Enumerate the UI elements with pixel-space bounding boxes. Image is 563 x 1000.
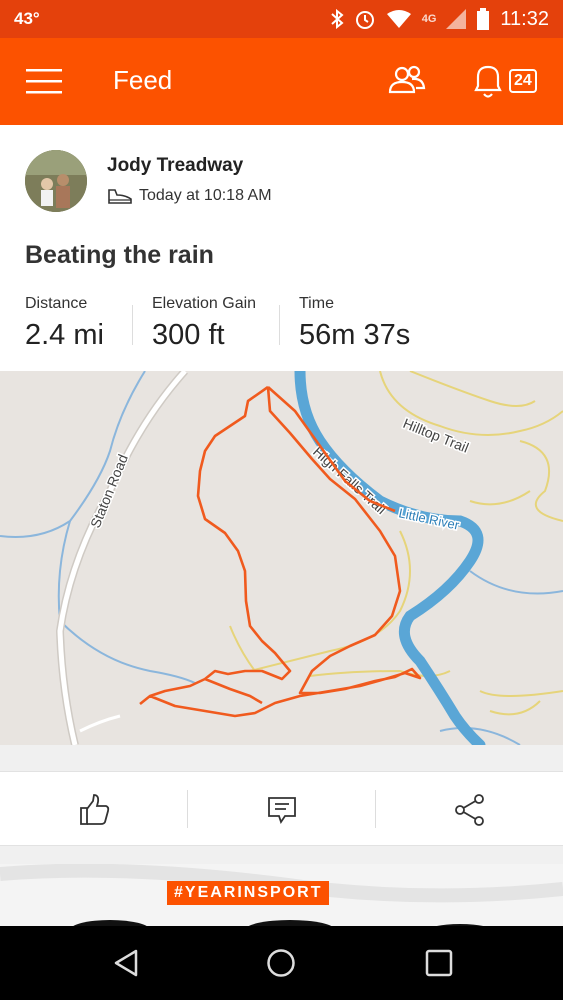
wifi-icon xyxy=(386,10,411,28)
comment-icon xyxy=(267,796,296,824)
alarm-icon xyxy=(355,11,374,29)
activity-actions xyxy=(0,771,563,846)
stat-divider xyxy=(132,305,133,345)
shoe-icon xyxy=(108,189,132,204)
stat-elevation: Elevation Gain 300 ft xyxy=(152,295,256,352)
clock: 11:32 xyxy=(500,7,549,30)
notification-badge[interactable]: 24 xyxy=(509,69,537,93)
stat-label: Time xyxy=(299,295,334,312)
activity-date: Today at 10:18 AM xyxy=(139,187,272,204)
stat-label: Elevation Gain xyxy=(152,295,257,312)
network-type: 4G xyxy=(421,13,437,25)
activity-title[interactable]: Beating the rain xyxy=(25,241,214,270)
share-icon xyxy=(454,793,484,826)
temperature: 43° xyxy=(14,9,40,28)
home-icon[interactable] xyxy=(266,948,296,978)
like-icon xyxy=(79,793,109,825)
bell-icon[interactable] xyxy=(472,62,504,100)
activity-meta: Today at 10:18 AM xyxy=(107,187,272,205)
comment-button[interactable] xyxy=(188,772,375,847)
stat-time: Time 56m 37s xyxy=(299,295,410,352)
bluetooth-icon xyxy=(331,9,344,29)
menu-icon[interactable] xyxy=(26,68,62,94)
year-in-sport-card[interactable]: #YEARINSPORT xyxy=(0,864,563,926)
system-nav-bar xyxy=(0,926,563,1000)
stat-distance: Distance 2.4 mi xyxy=(25,295,104,352)
activity-card[interactable]: Jody Treadway Today at 10:18 AM Beating … xyxy=(0,125,563,371)
stat-divider xyxy=(279,305,280,345)
signal-icon xyxy=(446,9,467,29)
recents-icon[interactable] xyxy=(425,948,453,978)
stat-value: 2.4 mi xyxy=(25,319,104,351)
status-icons: 4G 11:32 xyxy=(330,8,549,31)
app-bar: Feed 24 xyxy=(0,38,563,125)
stat-label: Distance xyxy=(25,295,88,312)
stat-value: 300 ft xyxy=(152,319,225,351)
avatar[interactable] xyxy=(25,150,87,212)
athlete-name[interactable]: Jody Treadway xyxy=(107,155,243,177)
back-icon[interactable] xyxy=(112,948,140,978)
page-title: Feed xyxy=(113,65,173,95)
status-bar: 43° 4G 11:32 xyxy=(0,0,563,38)
route-map[interactable]: Staton Road Hilltop Trail High Falls Tra… xyxy=(0,371,563,745)
stat-value: 56m 37s xyxy=(299,319,411,351)
like-button[interactable] xyxy=(0,772,187,847)
battery-icon xyxy=(477,8,490,30)
year-in-sport-tag: #YEARINSPORT xyxy=(167,881,330,905)
share-button[interactable] xyxy=(376,772,563,847)
people-icon[interactable] xyxy=(388,64,426,98)
